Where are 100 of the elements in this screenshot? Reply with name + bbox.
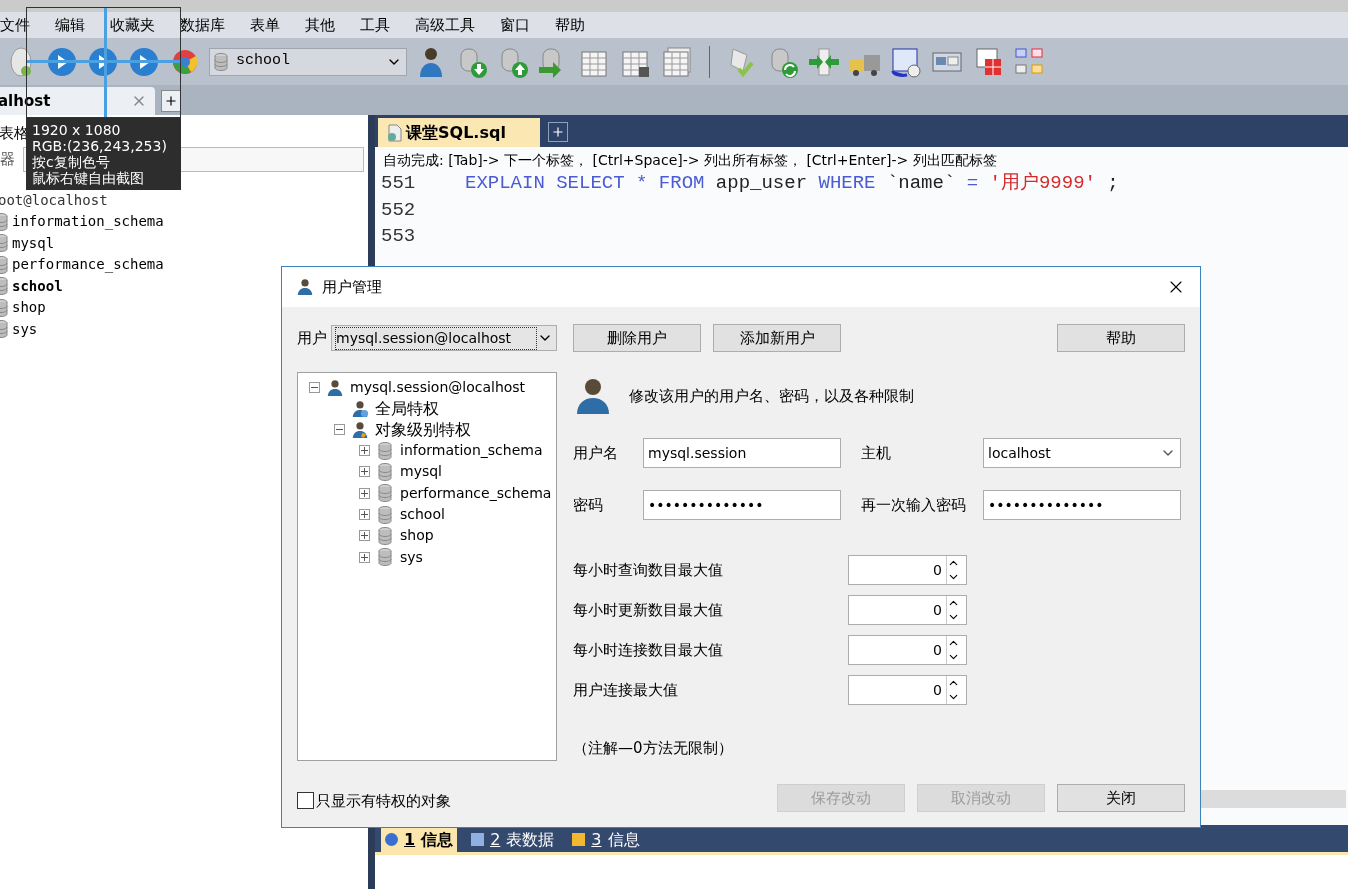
add-tab-button[interactable]: [161, 90, 181, 112]
database-node[interactable]: performance_schema: [12, 254, 164, 276]
menu-item[interactable]: 其他: [305, 13, 335, 37]
field-label: 用户名: [573, 442, 619, 464]
plus-icon: [164, 94, 178, 108]
code-line: EXPLAIN SELECT * FROM app_user WHERE `name` = '用户9999' ;: [465, 171, 1119, 196]
database-icon: [378, 505, 392, 524]
field-label: 每小时查询数目最大值: [573, 559, 724, 581]
checkbox[interactable]: [297, 792, 314, 810]
user-key-icon: [351, 420, 369, 439]
collapse-toggle[interactable]: [334, 424, 345, 435]
tree-node[interactable]: performance_schema: [400, 482, 552, 504]
database-node[interactable]: information_schema: [12, 211, 164, 233]
tooltip-line: 按c复制色号: [32, 154, 111, 170]
database-node[interactable]: shop: [12, 297, 46, 319]
add-tab-button[interactable]: [548, 122, 568, 142]
database-node[interactable]: sys: [12, 318, 38, 340]
menu-item[interactable]: 帮助: [555, 13, 585, 37]
field-label: 密码: [573, 494, 604, 516]
person-icon: [296, 278, 314, 296]
person-icon: [326, 378, 344, 397]
dialog-description: 修改该用户的用户名、密码，以及各种限制: [629, 385, 914, 407]
tooltip-line: 鼠标右键自由截图: [32, 170, 145, 186]
checkbox-label: 只显示有特权的对象: [316, 790, 451, 812]
note-text: （注解—0方法无限制）: [573, 738, 734, 759]
database-icon: [378, 462, 392, 481]
line-number: 553: [381, 224, 417, 249]
database-select[interactable]: school: [209, 47, 407, 76]
database-icon: [214, 52, 228, 71]
file-icon: [386, 123, 402, 142]
database-icon: [378, 484, 392, 503]
dialog-button[interactable]: 关闭: [1057, 784, 1185, 812]
plus-icon: [361, 553, 368, 561]
result-tab[interactable]: 3 信息: [568, 827, 644, 852]
expand-toggle[interactable]: [359, 509, 370, 521]
autocomplete-hint: 自动完成: [Tab]-> 下一个标签， [Ctrl+Space]-> 列出所有标签， [Ctrl+Enter]-> 列出匹配标签: [382, 151, 998, 170]
expand-toggle[interactable]: [359, 487, 370, 499]
editor-tab[interactable]: 课堂SQL.sql: [378, 118, 540, 147]
text-field[interactable]: mysql.session: [643, 438, 841, 468]
text-field[interactable]: ••••••••••••••: [983, 490, 1181, 520]
plus-icon: [361, 511, 368, 519]
dialog-button[interactable]: 添加新用户: [713, 324, 841, 352]
collapse-toggle[interactable]: [309, 382, 320, 393]
field-label: 用户: [297, 327, 327, 349]
field-label: 用户连接最大值: [573, 679, 679, 701]
tree-node[interactable]: information_schema: [400, 440, 543, 462]
database-node[interactable]: school: [12, 275, 63, 297]
database-icon: [378, 441, 392, 460]
menu-item[interactable]: 高级工具: [415, 13, 475, 37]
line-number: 552: [381, 197, 417, 223]
database-node[interactable]: mysql: [12, 232, 55, 254]
menu-item[interactable]: 编辑: [55, 13, 85, 37]
tooltip-line: 1920 x 1080: [32, 122, 122, 138]
table-icon: [471, 833, 485, 846]
dialog-button[interactable]: 帮助: [1057, 324, 1185, 352]
tree-node[interactable]: shop: [400, 525, 434, 547]
filter-label: 器: [0, 149, 15, 171]
menu-item[interactable]: 收藏夹: [110, 13, 155, 37]
result-tab[interactable]: 2 表数据: [467, 827, 559, 852]
field-label: 每小时更新数目最大值: [573, 599, 724, 621]
result-tab[interactable]: 1 信息: [381, 827, 458, 852]
tree-node[interactable]: school: [400, 504, 445, 526]
tree-node[interactable]: mysql.session@localhost: [350, 377, 526, 398]
expand-toggle[interactable]: [359, 551, 370, 563]
menu-item[interactable]: 数据库: [180, 13, 225, 37]
field-label: 主机: [860, 442, 892, 464]
number-spinner[interactable]: 0: [848, 675, 967, 705]
tree-node[interactable]: sys: [400, 546, 423, 568]
expand-toggle[interactable]: [359, 466, 370, 478]
plus-icon: [361, 489, 368, 497]
field-label: 再一次输入密码: [860, 494, 967, 516]
host-select[interactable]: localhost: [983, 438, 1181, 468]
line-number: 551: [381, 171, 417, 196]
tree-node[interactable]: mysql: [400, 461, 442, 483]
user-select[interactable]: mysql.session@localhost: [331, 325, 557, 351]
database-icon: [378, 526, 392, 545]
minus-icon: [336, 426, 343, 433]
box-icon: [572, 833, 586, 846]
tables-icon[interactable]: [660, 44, 694, 79]
plus-icon: [361, 468, 368, 476]
number-spinner[interactable]: 0: [848, 555, 967, 585]
dialog-title: 用户管理: [322, 276, 383, 298]
plus-icon: [551, 125, 565, 139]
menu-item[interactable]: 工具: [360, 13, 390, 37]
number-spinner[interactable]: 0: [848, 635, 967, 665]
menu-item[interactable]: 窗口: [500, 13, 530, 37]
dialog-button[interactable]: 删除用户: [573, 324, 701, 352]
field-label: 每小时连接数目最大值: [573, 639, 724, 661]
expand-toggle[interactable]: [359, 530, 370, 542]
expand-toggle[interactable]: [359, 445, 370, 457]
menu-item[interactable]: 表单: [250, 13, 280, 37]
minus-icon: [311, 384, 318, 391]
plus-icon: [361, 532, 368, 540]
tooltip-line: RGB:(236,243,253): [32, 138, 168, 154]
database-icon: [378, 548, 392, 567]
plus-icon: [361, 447, 368, 455]
info-icon: [385, 833, 398, 846]
user-globe-icon: [351, 399, 369, 418]
text-field[interactable]: ••••••••••••••: [643, 490, 841, 520]
number-spinner[interactable]: 0: [848, 595, 967, 625]
